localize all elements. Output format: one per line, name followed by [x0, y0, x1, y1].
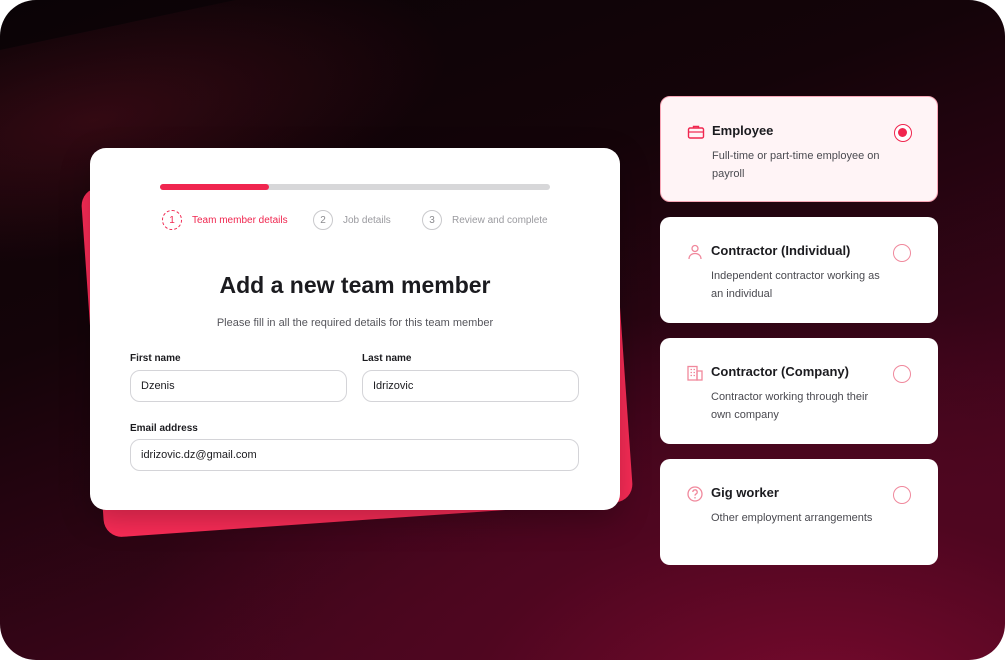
step-number: 1 — [162, 210, 182, 230]
progress-bar-fill — [160, 184, 270, 190]
stepper: 1 Team member details 2 Job details 3 Re… — [162, 209, 562, 233]
option-radio[interactable] — [893, 244, 911, 262]
question-circle-icon — [687, 486, 703, 502]
building-icon — [687, 365, 703, 381]
option-description: Full-time or part-time employee on payro… — [712, 150, 880, 180]
email-label: Email address — [130, 423, 198, 434]
step-label: Review and complete — [452, 214, 548, 226]
person-icon — [688, 244, 702, 260]
briefcase-icon — [687, 125, 705, 139]
option-title: Employee — [712, 123, 774, 138]
last-name-input[interactable] — [362, 370, 579, 402]
option-contractor-company[interactable]: Contractor (Company) Contractor working … — [660, 338, 938, 444]
form-subtitle: Please fill in all the required details … — [216, 317, 494, 329]
option-employee[interactable]: Employee Full-time or part-time employee… — [660, 96, 938, 202]
option-radio[interactable] — [893, 365, 911, 383]
option-title: Contractor (Individual) — [711, 243, 851, 258]
option-title: Gig worker — [711, 485, 779, 500]
step-team-member-details[interactable]: 1 Team member details — [162, 209, 288, 231]
step-job-details[interactable]: 2 Job details — [313, 209, 391, 231]
option-gig-worker[interactable]: Gig worker Other employment arrangements — [660, 459, 938, 565]
step-label: Job details — [343, 214, 391, 226]
progress-bar — [160, 184, 550, 190]
email-input[interactable] — [130, 439, 579, 471]
step-label: Team member details — [192, 214, 288, 226]
first-name-input[interactable] — [130, 370, 347, 402]
option-radio[interactable] — [894, 124, 912, 142]
first-name-label: First name — [130, 353, 181, 364]
step-number: 2 — [313, 210, 333, 230]
last-name-label: Last name — [362, 353, 412, 364]
option-description: Independent contractor working as an ind… — [711, 270, 880, 300]
option-description: Contractor working through their own com… — [711, 391, 869, 421]
form-title: Add a new team member — [219, 272, 491, 298]
background-stage: 1 Team member details 2 Job details 3 Re… — [0, 0, 1005, 660]
step-review-and-complete[interactable]: 3 Review and complete — [422, 209, 548, 231]
add-team-member-form: 1 Team member details 2 Job details 3 Re… — [90, 148, 620, 510]
option-title: Contractor (Company) — [711, 364, 849, 379]
option-description: Other employment arrangements — [711, 512, 873, 524]
option-radio[interactable] — [893, 486, 911, 504]
step-number: 3 — [422, 210, 442, 230]
option-contractor-individual[interactable]: Contractor (Individual) Independent cont… — [660, 217, 938, 323]
